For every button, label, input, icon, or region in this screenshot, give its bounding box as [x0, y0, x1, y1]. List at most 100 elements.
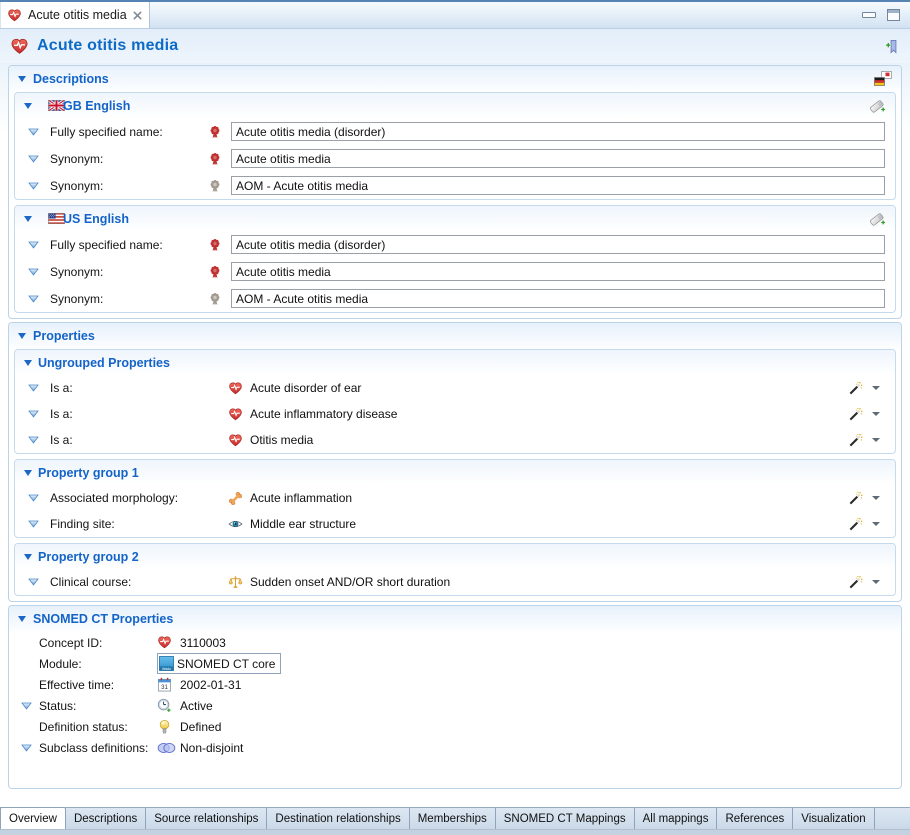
expand-twistie-icon[interactable] — [21, 744, 32, 752]
collapse-twistie-icon[interactable] — [18, 333, 26, 339]
property-type-label: Is a: — [50, 433, 228, 447]
tab-descriptions[interactable]: Descriptions — [66, 808, 146, 829]
expand-twistie-icon[interactable] — [28, 268, 39, 276]
expand-twistie-icon[interactable] — [28, 410, 39, 418]
section-title: Descriptions — [33, 72, 109, 86]
expand-twistie-icon[interactable] — [28, 295, 39, 303]
expand-twistie-icon[interactable] — [28, 494, 39, 502]
expand-twistie-icon[interactable] — [28, 578, 39, 586]
tab-snomed-ct-mappings[interactable]: SNOMED CT Mappings — [496, 808, 635, 829]
language-group-title: US English — [63, 212, 129, 226]
language-group-gb: GB English Fully specified name: Synonym… — [14, 92, 896, 200]
property-target-value: Sudden onset AND/OR short duration — [250, 575, 450, 589]
collapse-twistie-icon[interactable] — [18, 616, 26, 622]
expand-twistie-icon[interactable] — [28, 436, 39, 444]
dropdown-icon[interactable] — [872, 496, 880, 500]
svg-text:31: 31 — [161, 684, 168, 691]
description-term-input[interactable] — [231, 176, 885, 195]
description-term-input[interactable] — [231, 262, 885, 281]
expand-twistie-icon[interactable] — [28, 182, 39, 190]
tab-references[interactable]: References — [717, 808, 793, 829]
language-config-button[interactable] — [874, 71, 892, 87]
property-type-label: Clinical course: — [50, 575, 228, 589]
section-title: SNOMED CT Properties — [33, 612, 173, 626]
concept-heart-icon — [228, 407, 243, 422]
edit-wand-icon[interactable] — [848, 491, 863, 506]
dropdown-icon[interactable] — [872, 438, 880, 442]
language-group-gb-header: GB English — [15, 93, 895, 118]
add-description-button[interactable] — [868, 98, 886, 114]
minimize-icon[interactable] — [862, 12, 876, 18]
dropdown-icon[interactable] — [872, 412, 880, 416]
collapse-twistie-icon[interactable] — [18, 76, 26, 82]
section-descriptions: Descriptions — [8, 65, 902, 319]
description-type-label: Fully specified name: — [50, 238, 208, 252]
editor-body: Descriptions — [0, 63, 910, 807]
add-description-button[interactable] — [868, 211, 886, 227]
property-row: Is a: Acute disorder of ear — [15, 375, 895, 401]
snomed-label: Module: — [39, 657, 157, 671]
snomed-row-status: Status: Active — [9, 695, 901, 716]
expand-twistie-icon[interactable] — [28, 384, 39, 392]
preferred-term-icon — [208, 152, 222, 166]
tab-destination-relationships[interactable]: Destination relationships — [267, 808, 409, 829]
collapse-twistie-icon[interactable] — [24, 103, 32, 109]
definition-status-value: Defined — [180, 720, 221, 734]
status-value: Active — [180, 699, 213, 713]
acceptable-term-icon — [208, 179, 222, 193]
property-target-value: Acute inflammatory disease — [250, 407, 397, 421]
property-row: Clinical course: Sudden onset AND/OR sho… — [15, 569, 895, 595]
expand-twistie-icon[interactable] — [28, 155, 39, 163]
description-term-input[interactable] — [231, 289, 885, 308]
dropdown-icon[interactable] — [872, 386, 880, 390]
edit-wand-icon[interactable] — [848, 407, 863, 422]
expand-twistie-icon[interactable] — [21, 702, 32, 710]
property-group-2: Property group 2 Clinical course: Sudden… — [14, 543, 896, 596]
tab-overview[interactable]: Overview — [0, 807, 66, 829]
dropdown-icon[interactable] — [872, 522, 880, 526]
add-description-icon — [868, 98, 886, 114]
language-group-title: GB English — [63, 99, 130, 113]
collapse-twistie-icon[interactable] — [24, 360, 32, 366]
edit-wand-icon[interactable] — [848, 575, 863, 590]
calendar-icon: 31 — [157, 677, 172, 692]
expand-twistie-icon[interactable] — [28, 128, 39, 136]
description-term-input[interactable] — [231, 149, 885, 168]
description-type-label: Synonym: — [50, 152, 208, 166]
edit-wand-icon[interactable] — [848, 517, 863, 532]
dropdown-icon[interactable] — [872, 580, 880, 584]
us-flag-icon — [40, 213, 57, 224]
collapse-twistie-icon[interactable] — [24, 470, 32, 476]
view-controls — [862, 2, 910, 28]
property-type-label: Is a: — [50, 381, 228, 395]
concept-heart-icon — [228, 381, 243, 396]
snomed-row-definition-status: Definition status: Defined — [9, 716, 901, 737]
tab-all-mappings[interactable]: All mappings — [635, 808, 718, 829]
description-row: Fully specified name: — [15, 231, 895, 258]
editor-tab-label: Acute otitis media — [28, 8, 127, 22]
expand-twistie-icon[interactable] — [28, 520, 39, 528]
close-icon[interactable] — [133, 11, 142, 20]
eye-icon — [228, 518, 243, 530]
tab-source-relationships[interactable]: Source relationships — [146, 808, 267, 829]
add-bookmark-button[interactable] — [883, 39, 898, 54]
gb-flag-icon — [40, 100, 57, 111]
collapse-twistie-icon[interactable] — [24, 216, 32, 222]
edit-wand-icon[interactable] — [848, 381, 863, 396]
preferred-term-icon — [208, 238, 222, 252]
edit-wand-icon[interactable] — [848, 433, 863, 448]
preferred-term-icon — [208, 125, 222, 139]
collapse-twistie-icon[interactable] — [24, 554, 32, 560]
tab-visualization[interactable]: Visualization — [793, 808, 874, 829]
description-row: Synonym: — [15, 285, 895, 312]
expand-twistie-icon[interactable] — [28, 241, 39, 249]
tab-memberships[interactable]: Memberships — [410, 808, 496, 829]
editor-tab-acute-otitis-media[interactable]: Acute otitis media — [0, 2, 150, 28]
description-term-input[interactable] — [231, 235, 885, 254]
add-bookmark-icon — [883, 39, 898, 54]
concept-id-value: 3110003 — [180, 636, 226, 650]
description-term-input[interactable] — [231, 122, 885, 141]
maximize-icon[interactable] — [887, 9, 900, 21]
property-target-value: Acute inflammation — [250, 491, 352, 505]
property-target-value: Acute disorder of ear — [250, 381, 361, 395]
